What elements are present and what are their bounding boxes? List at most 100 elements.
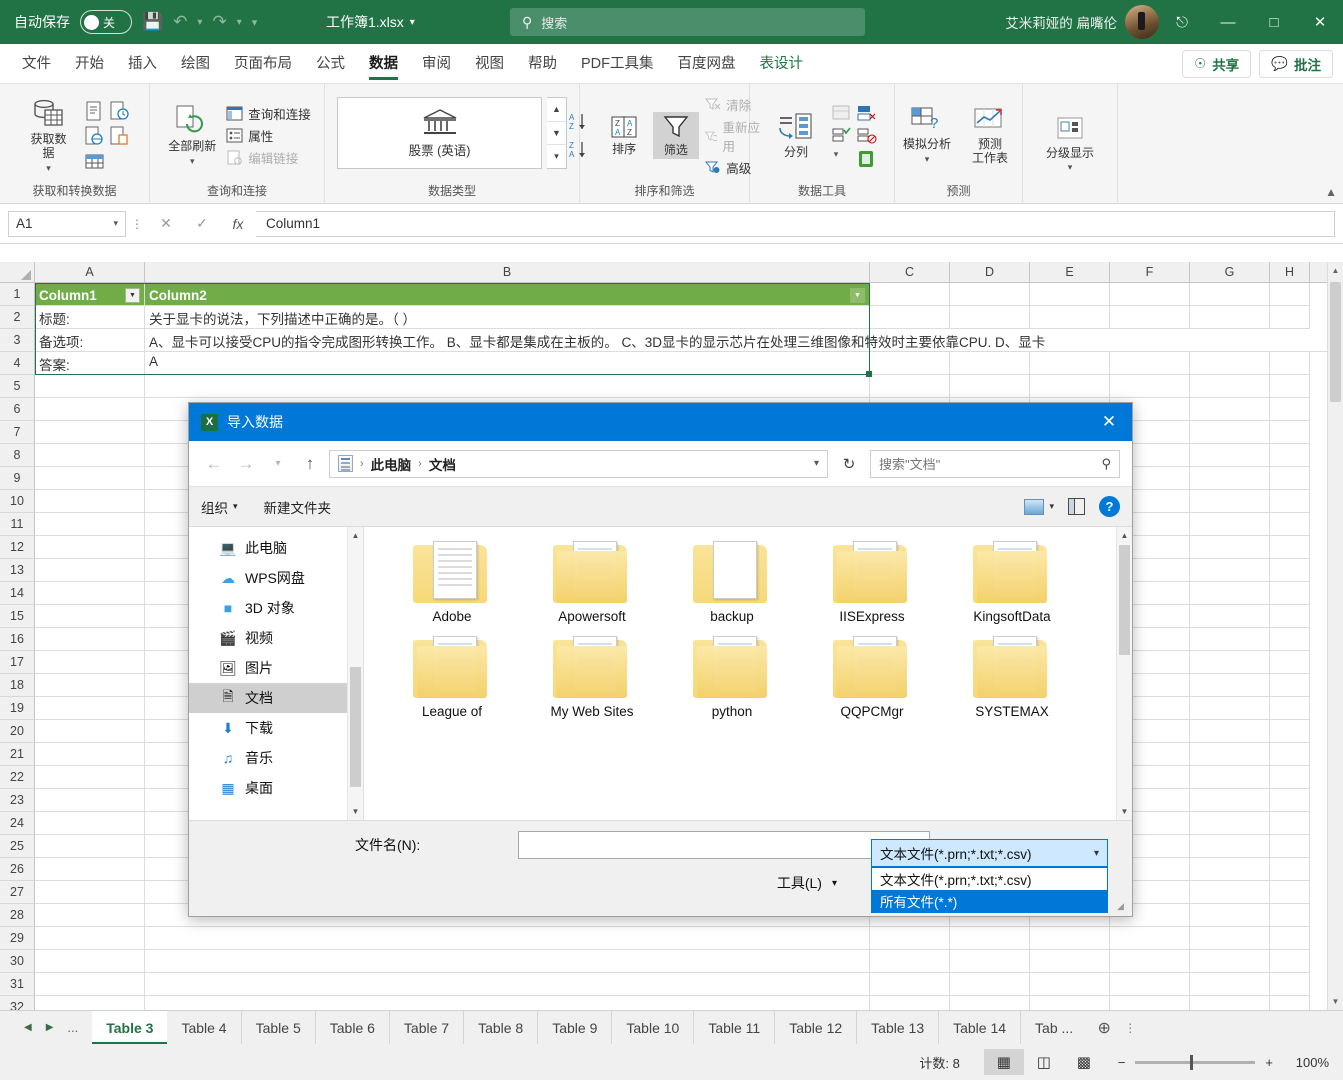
cell-g16[interactable] xyxy=(1190,628,1270,651)
cell-c4[interactable] xyxy=(870,352,950,375)
cell-g22[interactable] xyxy=(1190,766,1270,789)
cell-h25[interactable] xyxy=(1270,835,1310,858)
row-header-28[interactable]: 28 xyxy=(0,904,35,927)
cell-g31[interactable] xyxy=(1190,973,1270,996)
cancel-icon[interactable]: ✕ xyxy=(148,211,184,237)
scroll-down-icon[interactable]: ▼ xyxy=(1328,993,1343,1010)
file-item[interactable]: My Web Sites xyxy=(522,630,662,725)
row-header-23[interactable]: 23 xyxy=(0,789,35,812)
sidebar-item-this-pc[interactable]: 💻 此电脑 xyxy=(189,533,363,563)
breadcrumb[interactable]: › 此电脑 › 文档 ▾ xyxy=(329,449,828,478)
queries-connections-button[interactable]: 查询和连接 xyxy=(226,104,311,123)
column-header-c[interactable]: C xyxy=(870,262,950,282)
file-item[interactable]: IISExpress xyxy=(802,535,942,630)
cell-a17[interactable] xyxy=(35,651,145,674)
cell-a9[interactable] xyxy=(35,467,145,490)
cell-h1[interactable] xyxy=(1270,283,1310,306)
row-header-5[interactable]: 5 xyxy=(0,375,35,398)
cell-c29[interactable] xyxy=(870,927,950,950)
cell-d5[interactable] xyxy=(950,375,1030,398)
formula-input[interactable]: Column1 xyxy=(256,210,1335,237)
cell-h10[interactable] xyxy=(1270,490,1310,513)
cell-f30[interactable] xyxy=(1110,950,1190,973)
minimize-button[interactable]: — xyxy=(1205,0,1251,44)
cell-f1[interactable] xyxy=(1110,283,1190,306)
data-validation-icon[interactable] xyxy=(855,103,877,123)
cell-g29[interactable] xyxy=(1190,927,1270,950)
cell-g25[interactable] xyxy=(1190,835,1270,858)
scroll-thumb[interactable] xyxy=(350,667,361,787)
tab-help[interactable]: 帮助 xyxy=(516,44,569,84)
recent-sources-icon[interactable] xyxy=(108,100,130,122)
row-header-19[interactable]: 19 xyxy=(0,697,35,720)
scroll-up-icon[interactable]: ▲ xyxy=(348,527,363,544)
chevron-down-icon[interactable]: ▾ xyxy=(46,163,51,174)
cell-e1[interactable] xyxy=(1030,283,1110,306)
row-header-1[interactable]: 1 xyxy=(0,283,35,306)
close-button[interactable]: ✕ xyxy=(1297,0,1343,44)
save-icon[interactable]: 💾 xyxy=(142,12,163,32)
new-folder-button[interactable]: 新建文件夹 xyxy=(264,497,332,517)
remove-duplicates-icon[interactable] xyxy=(830,126,852,146)
row-header-21[interactable]: 21 xyxy=(0,743,35,766)
cell-h4[interactable] xyxy=(1270,352,1310,375)
cell-g15[interactable] xyxy=(1190,605,1270,628)
add-sheet-icon[interactable]: ⊕ xyxy=(1087,1011,1121,1044)
cell-a14[interactable] xyxy=(35,582,145,605)
row-header-16[interactable]: 16 xyxy=(0,628,35,651)
scroll-thumb[interactable] xyxy=(1330,282,1341,402)
collapse-ribbon-icon[interactable]: ▲ xyxy=(1325,185,1337,199)
cell-g20[interactable] xyxy=(1190,720,1270,743)
cell-g27[interactable] xyxy=(1190,881,1270,904)
share-button[interactable]: ☉ 共享 xyxy=(1182,49,1252,78)
cell-c1[interactable] xyxy=(870,283,950,306)
tab-view[interactable]: 视图 xyxy=(463,44,516,84)
cell-g24[interactable] xyxy=(1190,812,1270,835)
chevron-down-icon[interactable]: ▾ xyxy=(1068,162,1073,173)
comments-button[interactable]: 💬 批注 xyxy=(1259,49,1333,78)
tab-file[interactable]: 文件 xyxy=(10,44,63,84)
cell-d31[interactable] xyxy=(950,973,1030,996)
file-type-option-all[interactable]: 所有文件(*.*) xyxy=(872,890,1107,912)
cell-e30[interactable] xyxy=(1030,950,1110,973)
customize-quick-access-icon[interactable]: ▾ xyxy=(252,16,258,29)
cell-h30[interactable] xyxy=(1270,950,1310,973)
chevron-down-icon[interactable]: ▾ xyxy=(814,458,819,469)
tab-formulas[interactable]: 公式 xyxy=(304,44,357,84)
cell-a11[interactable] xyxy=(35,513,145,536)
column-header-h[interactable]: H xyxy=(1270,262,1310,282)
cell-a24[interactable] xyxy=(35,812,145,835)
from-web-icon[interactable] xyxy=(83,125,105,147)
cell-b1[interactable]: Column2 ▼ xyxy=(145,283,870,306)
cell-h29[interactable] xyxy=(1270,927,1310,950)
normal-view-icon[interactable]: ▦ xyxy=(983,1049,1024,1075)
cell-a15[interactable] xyxy=(35,605,145,628)
cell-e31[interactable] xyxy=(1030,973,1110,996)
cell-g9[interactable] xyxy=(1190,467,1270,490)
autosave-toggle[interactable]: 关 xyxy=(80,10,132,34)
filter-dropdown-a[interactable]: ▼ xyxy=(125,287,140,303)
row-header-17[interactable]: 17 xyxy=(0,651,35,674)
dialog-resize-grip[interactable]: ◢ xyxy=(1117,901,1129,913)
cell-a32[interactable] xyxy=(35,996,145,1010)
cell-a10[interactable] xyxy=(35,490,145,513)
cell-g11[interactable] xyxy=(1190,513,1270,536)
vertical-scrollbar[interactable]: ▲ ▼ xyxy=(1327,262,1343,1010)
sheet-tab-table-6[interactable]: Table 6 xyxy=(316,1011,390,1044)
avatar[interactable] xyxy=(1125,5,1159,39)
row-header-22[interactable]: 22 xyxy=(0,766,35,789)
sort-button[interactable]: ZAAZ 排序 xyxy=(601,113,648,159)
page-layout-view-icon[interactable]: ◫ xyxy=(1024,1049,1064,1075)
column-header-e[interactable]: E xyxy=(1030,262,1110,282)
accept-icon[interactable]: ✓ xyxy=(184,211,220,237)
cell-h26[interactable] xyxy=(1270,858,1310,881)
tab-draw[interactable]: 绘图 xyxy=(169,44,222,84)
cell-g4[interactable] xyxy=(1190,352,1270,375)
chevron-down-icon[interactable]: ▾ xyxy=(925,154,930,165)
cell-c5[interactable] xyxy=(870,375,950,398)
row-header-7[interactable]: 7 xyxy=(0,421,35,444)
file-type-option-text[interactable]: 文本文件(*.prn;*.txt;*.csv) xyxy=(872,868,1107,890)
from-table-icon[interactable] xyxy=(108,125,130,147)
data-type-scroller[interactable]: ▲ ▼ ▾ xyxy=(547,97,567,169)
cell-g2[interactable] xyxy=(1190,306,1270,329)
